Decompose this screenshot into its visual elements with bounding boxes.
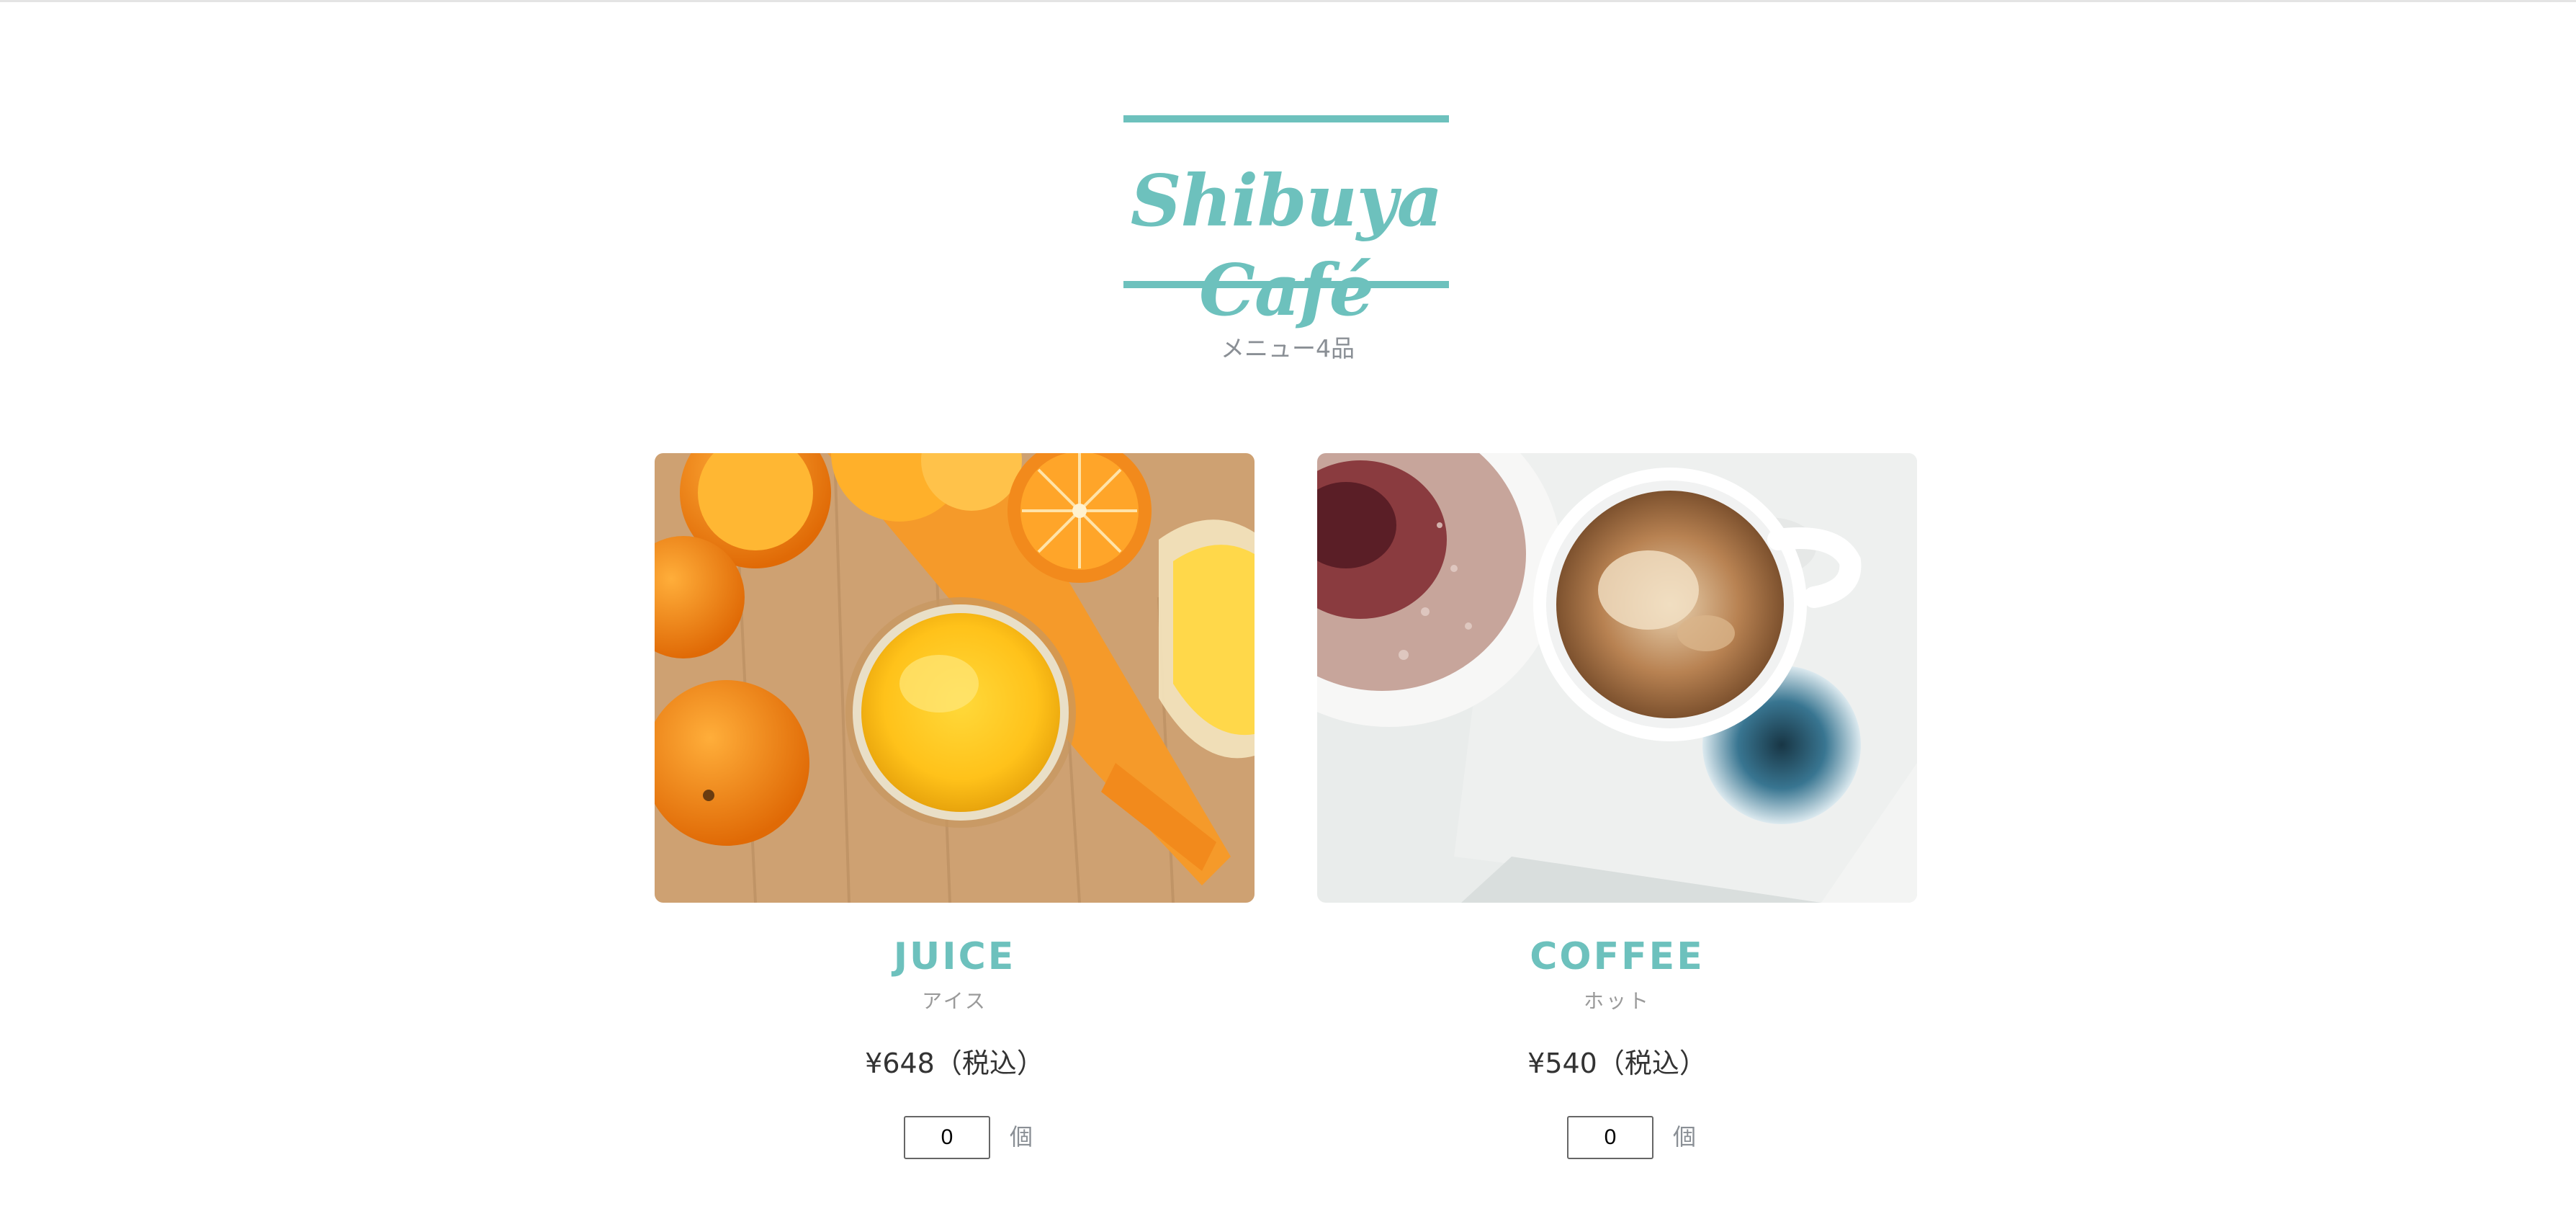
quantity-unit: 個 (1010, 1123, 1033, 1151)
item-name: COFFEE (1530, 935, 1705, 978)
quantity-row: 個 (1317, 1116, 1917, 1166)
brand-title: Shibuya Café (1130, 160, 1442, 332)
menu-item-juice: JUICE アイス ¥648（税込） 個 (655, 453, 1255, 1174)
brand-header: Shibuya Café (1123, 115, 1449, 332)
menu-item-coffee: COFFEE ホット ¥540（税込） 個 (1317, 453, 1917, 1174)
juice-quantity-input[interactable] (904, 1116, 990, 1159)
coffee-quantity-input[interactable] (1567, 1116, 1653, 1159)
quantity-row: 個 (655, 1116, 1255, 1166)
item-subtitle: ホット (1583, 989, 1651, 1013)
top-border (0, 0, 2576, 2)
item-name: JUICE (893, 935, 1016, 978)
item-price: ¥648（税込） (865, 1048, 1044, 1079)
quantity-unit: 個 (1673, 1123, 1697, 1151)
coffee-photo (1317, 453, 1917, 903)
item-price: ¥540（税込） (1527, 1048, 1707, 1079)
orange-juice-image (655, 453, 1255, 903)
brand-rule-top (1123, 115, 1449, 122)
juice-photo (655, 453, 1255, 903)
item-subtitle: アイス (922, 989, 987, 1013)
coffee-cup-image (1317, 453, 1917, 903)
menu-count: メニュー4品 (1221, 334, 1355, 362)
brand-rule-bottom (1123, 281, 1449, 288)
